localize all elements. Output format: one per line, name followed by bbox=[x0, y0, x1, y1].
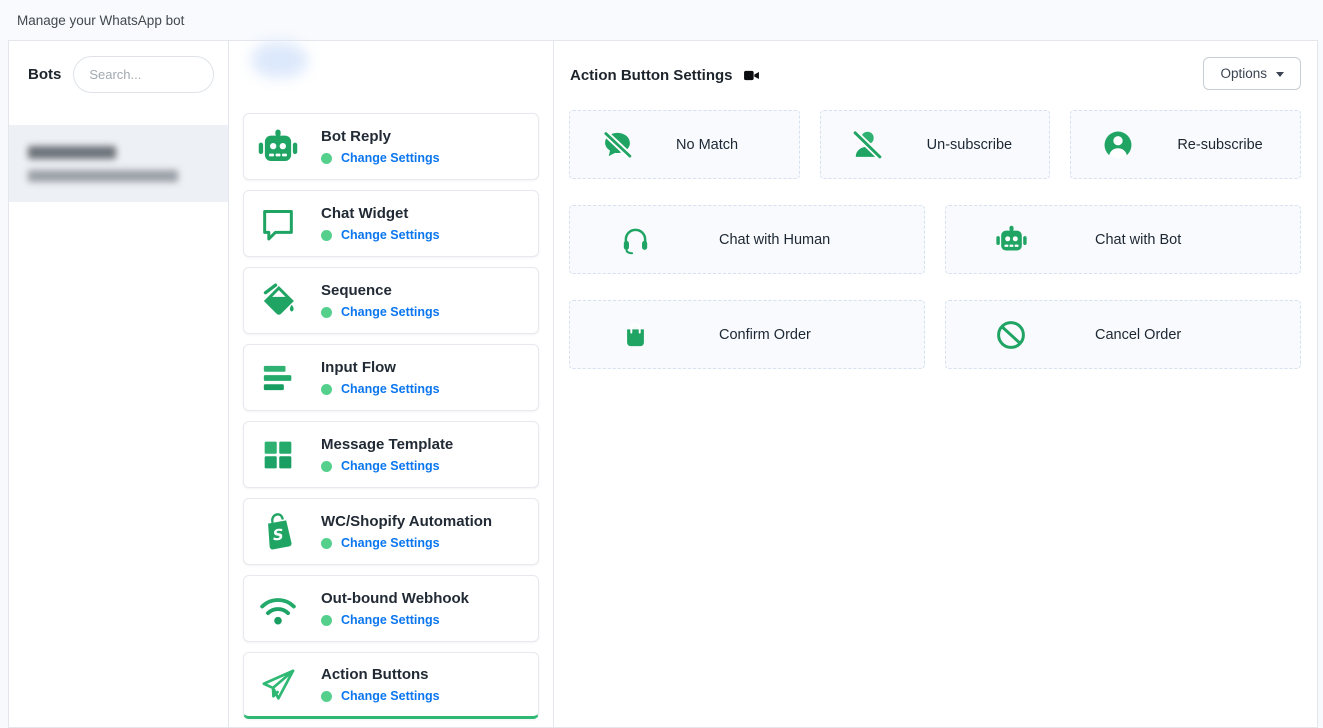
action-card-cancel-order[interactable]: Cancel Order bbox=[945, 300, 1301, 369]
action-card-chat-with-bot[interactable]: Chat with Bot bbox=[945, 205, 1301, 274]
blurred-avatar-blob bbox=[252, 42, 308, 78]
feature-title: Message Template bbox=[321, 436, 453, 453]
section-title: Action Button Settings bbox=[570, 67, 732, 84]
change-settings-link[interactable]: Change Settings bbox=[341, 305, 440, 319]
feature-title: Bot Reply bbox=[321, 128, 440, 145]
feature-title: Action Buttons bbox=[321, 666, 440, 683]
feature-title: WC/Shopify Automation bbox=[321, 513, 492, 530]
feature-card-input-flow[interactable]: Input Flow Change Settings bbox=[243, 344, 539, 411]
action-row-3: Confirm Order Cancel Order bbox=[569, 300, 1301, 369]
feature-title: Out-bound Webhook bbox=[321, 590, 469, 607]
comment-slash-icon bbox=[599, 127, 635, 162]
change-settings-link[interactable]: Change Settings bbox=[341, 613, 440, 627]
sidebar-header: Bots bbox=[9, 41, 228, 111]
change-settings-link[interactable]: Change Settings bbox=[341, 382, 440, 396]
chevron-down-icon bbox=[1276, 72, 1284, 77]
redacted-bot-phone bbox=[28, 170, 178, 182]
action-card-no-match[interactable]: No Match bbox=[569, 110, 800, 179]
feature-column: Bot Reply Change Settings Chat Widget bbox=[229, 41, 554, 727]
options-button-label: Options bbox=[1220, 66, 1267, 81]
action-card-confirm-order[interactable]: Confirm Order bbox=[569, 300, 925, 369]
feature-card-list: Bot Reply Change Settings Chat Widget bbox=[229, 41, 553, 719]
change-settings-link[interactable]: Change Settings bbox=[341, 536, 440, 550]
main-panel: Bots bbox=[8, 40, 1318, 728]
top-bar: Manage your WhatsApp bot bbox=[0, 0, 1323, 40]
action-row-2: Chat with Human Chat bbox=[569, 205, 1301, 274]
headset-icon bbox=[617, 223, 653, 256]
feature-card-shopify-automation[interactable]: S WC/Shopify Automation Change Settings bbox=[243, 498, 539, 565]
page-title: Manage your WhatsApp bot bbox=[17, 13, 184, 28]
feature-card-chat-widget[interactable]: Chat Widget Change Settings bbox=[243, 190, 539, 257]
status-dot bbox=[321, 153, 332, 164]
change-settings-link[interactable]: Change Settings bbox=[341, 459, 440, 473]
robot-icon bbox=[257, 126, 299, 168]
feature-title: Sequence bbox=[321, 282, 440, 299]
action-label: Confirm Order bbox=[719, 327, 811, 343]
action-card-unsubscribe[interactable]: Un-subscribe bbox=[820, 110, 1051, 179]
change-settings-link[interactable]: Change Settings bbox=[341, 151, 440, 165]
sidebar-title: Bots bbox=[28, 66, 61, 83]
action-button-settings-panel: Action Button Settings Options bbox=[554, 41, 1317, 727]
feature-card-message-template[interactable]: Message Template Change Settings bbox=[243, 421, 539, 488]
feature-card-outbound-webhook[interactable]: Out-bound Webhook Change Settings bbox=[243, 575, 539, 642]
options-button[interactable]: Options bbox=[1203, 57, 1301, 90]
svg-text:S: S bbox=[272, 525, 284, 544]
robot-icon bbox=[993, 223, 1029, 256]
action-label: Cancel Order bbox=[1095, 327, 1181, 343]
video-camera-icon[interactable] bbox=[743, 67, 760, 84]
lines-icon bbox=[257, 357, 299, 399]
feature-title: Input Flow bbox=[321, 359, 440, 376]
action-label: Chat with Human bbox=[719, 232, 830, 248]
user-circle-icon bbox=[1100, 128, 1136, 162]
status-dot bbox=[321, 615, 332, 626]
status-dot bbox=[321, 461, 332, 472]
paint-bucket-icon bbox=[257, 280, 299, 322]
action-label: Re-subscribe bbox=[1177, 137, 1262, 153]
action-card-resubscribe[interactable]: Re-subscribe bbox=[1070, 110, 1301, 179]
bot-list-item-selected[interactable] bbox=[9, 125, 228, 202]
action-label: No Match bbox=[676, 137, 738, 153]
change-settings-link[interactable]: Change Settings bbox=[341, 689, 440, 703]
shopping-bag-icon bbox=[617, 319, 653, 350]
feature-title: Chat Widget bbox=[321, 205, 440, 222]
action-label: Chat with Bot bbox=[1095, 232, 1181, 248]
status-dot bbox=[321, 384, 332, 395]
status-dot bbox=[321, 307, 332, 318]
shopify-bag-icon: S bbox=[257, 511, 299, 553]
grid-icon bbox=[257, 434, 299, 476]
status-dot bbox=[321, 538, 332, 549]
feature-card-action-buttons[interactable]: Action Buttons Change Settings bbox=[243, 652, 539, 719]
chat-bubble-icon bbox=[257, 203, 299, 245]
feature-card-bot-reply[interactable]: Bot Reply Change Settings bbox=[243, 113, 539, 180]
user-slash-icon bbox=[850, 127, 886, 162]
bots-sidebar: Bots bbox=[9, 41, 229, 727]
change-settings-link[interactable]: Change Settings bbox=[341, 228, 440, 242]
wifi-icon bbox=[257, 588, 299, 630]
status-dot bbox=[321, 691, 332, 702]
redacted-bot-name bbox=[28, 146, 116, 159]
paper-plane-icon bbox=[257, 664, 299, 706]
search-input[interactable] bbox=[73, 56, 214, 93]
action-label: Un-subscribe bbox=[927, 137, 1012, 153]
feature-card-sequence[interactable]: Sequence Change Settings bbox=[243, 267, 539, 334]
action-row-1: No Match Un-subscribe bbox=[569, 110, 1301, 179]
action-card-chat-with-human[interactable]: Chat with Human bbox=[569, 205, 925, 274]
status-dot bbox=[321, 230, 332, 241]
ban-icon bbox=[993, 318, 1029, 352]
